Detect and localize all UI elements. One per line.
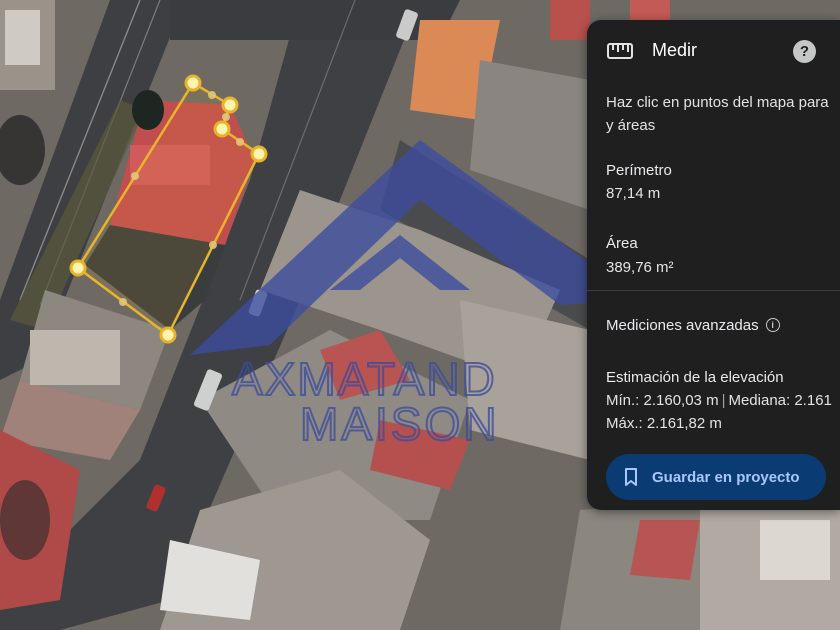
elevation-min: Mín.: 2.160,03 m [606,392,719,409]
area-label: Área [606,235,638,252]
instructions-line2: y áreas [606,117,656,134]
advanced-measurements-label: Mediciones avanzadas [606,316,759,334]
vertex-handle [213,120,231,138]
save-button-label: Guardar en proyecto [652,468,800,486]
building-rooftop [5,10,40,65]
panel-header: Medir ? [587,20,840,82]
panel-divider [587,290,840,291]
area-value: 389,76 m² [606,259,674,276]
vertex-handle [184,74,202,92]
info-icon[interactable]: i [765,318,780,332]
road-top [170,0,460,40]
ruler-icon [607,43,633,59]
help-icon[interactable]: ? [793,40,816,63]
vertex-handle [221,96,239,114]
perimeter-label: Perímetro [606,162,672,179]
building-red [630,520,700,580]
measure-panel: Medir ? Haz clic en puntos del mapa para… [587,20,840,510]
bookmark-icon [625,468,637,486]
watermark-text-line2: MAISON [300,398,499,450]
panel-title: Medir [652,40,698,60]
elevation-median: Mediana: 2.161 [728,392,832,409]
instructions-line1: Haz clic en puntos del mapa para [606,94,829,111]
building-rooftop [760,520,830,580]
building-red [550,0,590,40]
save-to-project-button[interactable]: Guardar en proyecto [606,454,826,500]
advanced-measurements-toggle[interactable]: Mediciones avanzadas i [606,314,780,336]
perimeter-value: 87,14 m [606,185,661,202]
elevation-label: Estimación de la elevación [606,369,784,386]
instructions-text: Haz clic en puntos del mapa para y áreas [606,91,840,137]
vertex-handle [69,259,87,277]
elevation-max: Máx.: 2.161,82 m [606,415,722,432]
vertex-handle [250,145,268,163]
building-red [630,0,670,20]
vertex-handle [159,326,177,344]
elevation-min-median: Mín.: 2.160,03 m | Mediana: 2.161 [606,392,832,409]
building [30,330,120,385]
